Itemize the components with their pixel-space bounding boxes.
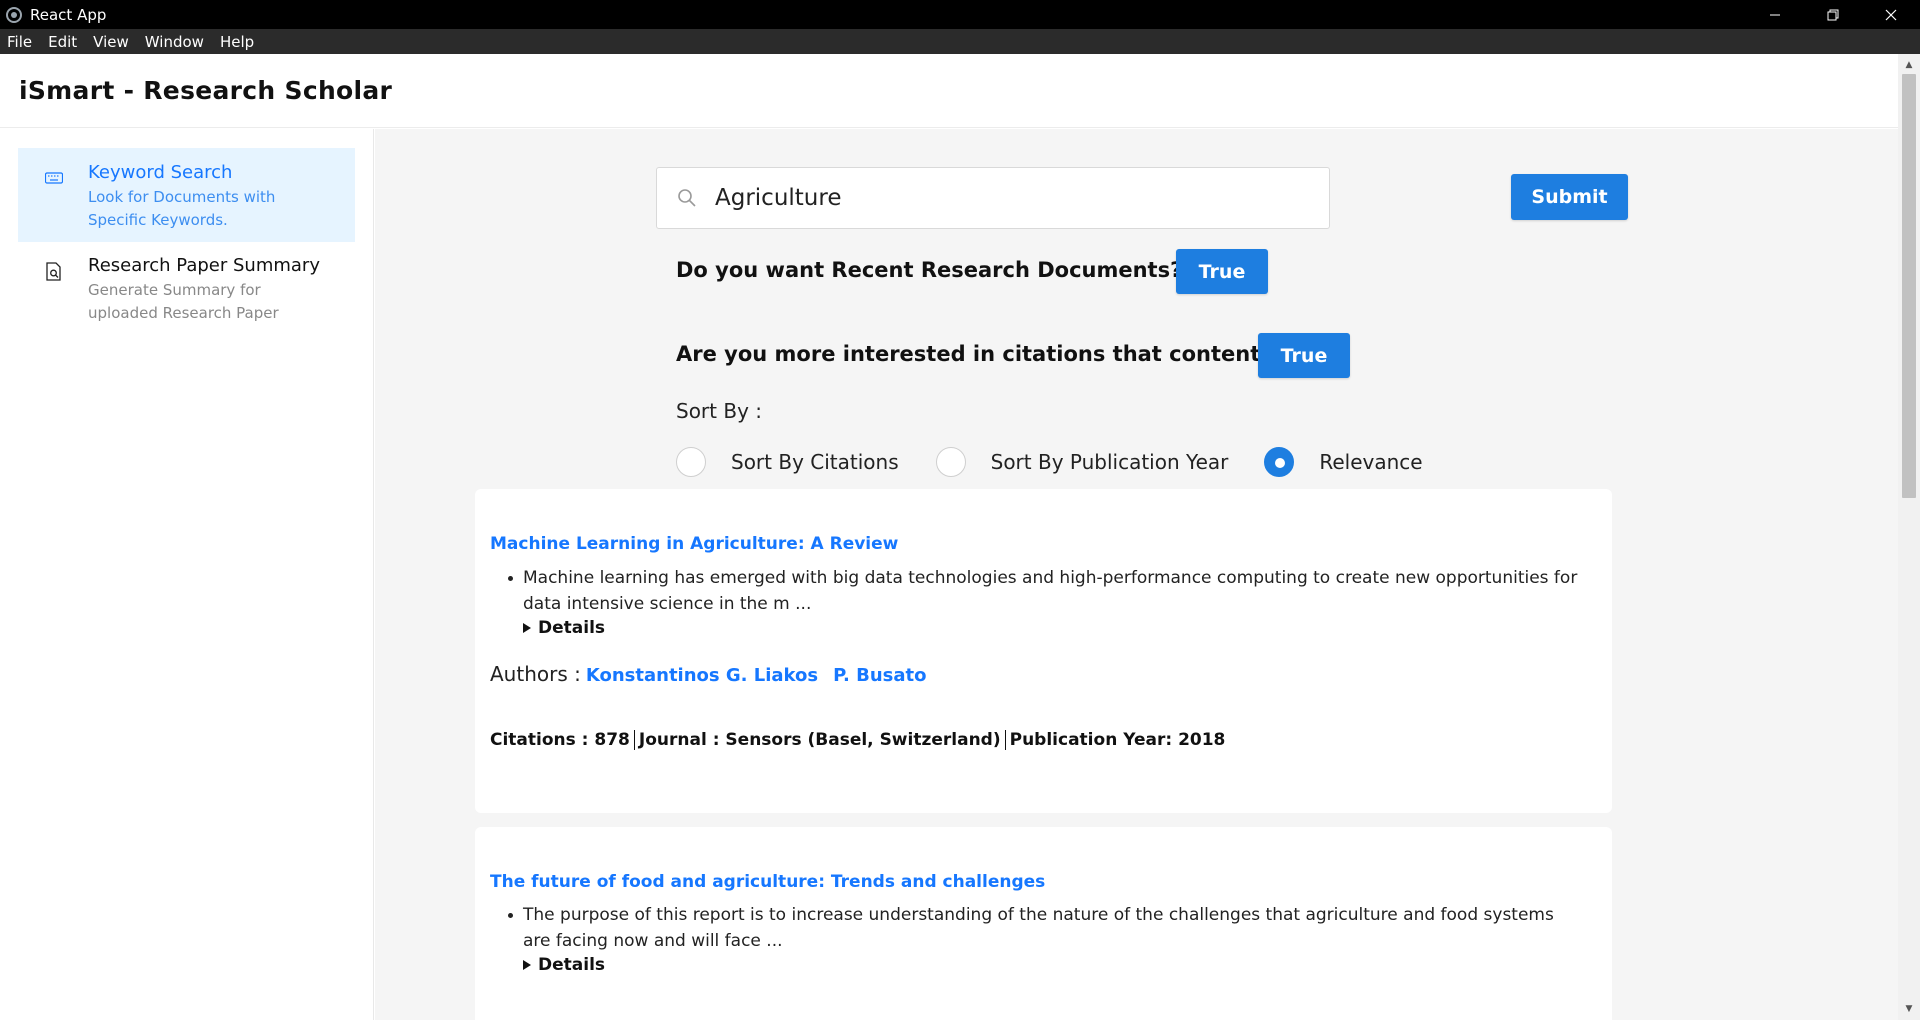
- paper-title-link[interactable]: The future of food and agriculture: Tren…: [490, 872, 1045, 892]
- details-label: Details: [538, 955, 606, 975]
- relevance-radio[interactable]: [1264, 447, 1295, 477]
- abstract-line: Machine learning has emerged with big da…: [523, 568, 1578, 588]
- sidebar-item-desc: Generate Summary for: [88, 281, 261, 299]
- author-link[interactable]: Konstantinos G. Liakos: [586, 665, 818, 686]
- divider: [633, 730, 635, 750]
- abstract-line: are facing now and will face ...: [523, 931, 783, 951]
- window-controls: [1746, 0, 1920, 29]
- menu-window[interactable]: Window: [145, 33, 204, 51]
- sidebar-item-title: Research Paper Summary: [88, 255, 320, 276]
- divider: [1004, 730, 1006, 750]
- sidebar-item-keyword-search[interactable]: Keyword Search Look for Documents with S…: [18, 148, 355, 242]
- search-icon: [677, 188, 697, 208]
- details-toggle[interactable]: Details: [523, 955, 605, 975]
- sidebar-item-desc: uploaded Research Paper: [88, 304, 279, 322]
- scroll-down-icon[interactable]: ▼: [1898, 1000, 1920, 1018]
- abstract-line: data intensive science in the m ...: [523, 594, 812, 614]
- sort-by-publication-year-radio[interactable]: [935, 447, 966, 477]
- keyboard-icon: [44, 168, 64, 188]
- result-card: Machine Learning in Agriculture: A Revie…: [475, 489, 1612, 813]
- menu-view[interactable]: View: [93, 33, 129, 51]
- electron-app-icon: [6, 6, 22, 23]
- caret-right-icon: [523, 960, 531, 970]
- authors-label: Authors :: [490, 662, 581, 686]
- caret-right-icon: [523, 623, 531, 633]
- paper-abstract: The purpose of this report is to increas…: [508, 902, 1583, 954]
- abstract-line: The purpose of this report is to increas…: [523, 905, 1554, 925]
- details-toggle[interactable]: Details: [523, 618, 605, 638]
- paper-title-link[interactable]: Machine Learning in Agriculture: A Revie…: [490, 534, 898, 554]
- sidebar-item-desc: Look for Documents with: [88, 188, 276, 206]
- window-titlebar: React App: [0, 0, 1920, 29]
- app-title: iSmart - Research Scholar: [19, 76, 393, 105]
- app-header: iSmart - Research Scholar: [0, 54, 1898, 128]
- sidebar: Keyword Search Look for Documents with S…: [0, 129, 374, 1020]
- paper-abstract: Machine learning has emerged with big da…: [508, 565, 1583, 617]
- sort-by-label: Sort By :: [676, 399, 763, 423]
- submit-button[interactable]: Submit: [1511, 174, 1628, 220]
- journal-name: Journal : Sensors (Basel, Switzerland): [638, 730, 1001, 750]
- citations-toggle-button[interactable]: True: [1258, 333, 1350, 378]
- recent-documents-question: Do you want Recent Research Documents?: [676, 258, 1183, 282]
- sidebar-item-title: Keyword Search: [88, 162, 233, 183]
- sidebar-item-desc: Specific Keywords.: [88, 211, 228, 229]
- menu-edit[interactable]: Edit: [48, 33, 77, 51]
- publication-year: Publication Year: 2018: [1009, 730, 1226, 750]
- recent-documents-toggle-button[interactable]: True: [1176, 249, 1268, 294]
- file-search-icon: [44, 261, 64, 281]
- paper-meta: Citations : 878 Journal : Sensors (Basel…: [490, 730, 1225, 750]
- main-content: Submit Do you want Recent Research Docum…: [375, 129, 1898, 1020]
- sort-option-label[interactable]: Sort By Publication Year: [991, 450, 1229, 474]
- menu-file[interactable]: File: [7, 33, 32, 51]
- window-title: React App: [30, 5, 107, 24]
- citations-question: Are you more interested in citations tha…: [676, 342, 1273, 366]
- restore-icon[interactable]: [1804, 0, 1862, 29]
- vertical-scrollbar[interactable]: ▲ ▼: [1898, 54, 1920, 1020]
- authors-row: Authors : Konstantinos G. Liakos P. Busa…: [490, 662, 936, 686]
- menu-bar: File Edit View Window Help: [0, 29, 1920, 54]
- sort-option-label[interactable]: Sort By Citations: [731, 450, 899, 474]
- citations-count: Citations : 878: [490, 730, 630, 750]
- menu-help[interactable]: Help: [220, 33, 254, 51]
- result-card: The future of food and agriculture: Tren…: [475, 827, 1612, 1020]
- close-icon[interactable]: [1862, 0, 1920, 29]
- sort-option-label[interactable]: Relevance: [1319, 450, 1422, 474]
- details-label: Details: [538, 618, 606, 638]
- search-box: [656, 167, 1330, 229]
- sidebar-item-research-paper-summary[interactable]: Research Paper Summary Generate Summary …: [18, 241, 355, 335]
- minimize-icon[interactable]: [1746, 0, 1804, 29]
- scroll-up-icon[interactable]: ▲: [1898, 56, 1920, 74]
- sort-options: Sort By Citations Sort By Publication Ye…: [676, 446, 1423, 478]
- author-link[interactable]: P. Busato: [833, 665, 926, 686]
- search-input[interactable]: [715, 185, 1275, 211]
- scrollbar-thumb[interactable]: [1902, 74, 1916, 498]
- sort-by-citations-radio[interactable]: [676, 447, 706, 477]
